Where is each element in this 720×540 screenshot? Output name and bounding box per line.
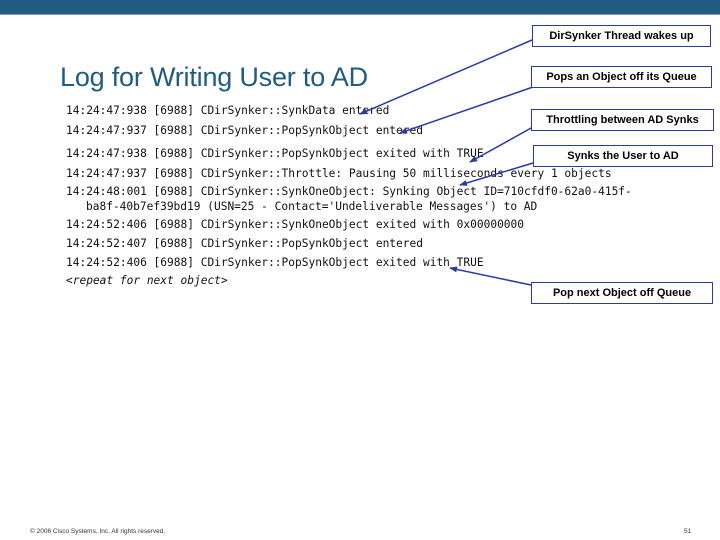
copyright-text: © 2006 Cisco Systems, Inc. All rights re… [30,528,166,535]
log-line: 14:24:48:001 [6988] CDirSynker::SynkOneO… [66,185,632,198]
arrow-thread-wakes [359,39,533,115]
callout-synks-user: Synks the User to AD [533,145,713,167]
page-number: 51 [684,528,692,535]
arrow-pop-next [449,266,532,286]
callout-thread-wakes: DirSynker Thread wakes up [532,25,711,47]
log-line-continuation: ba8f-40b7ef39bd19 (USN=25 - Contact='Und… [86,200,538,213]
log-line: 14:24:47:937 [6988] CDirSynker::PopSynkO… [66,124,423,137]
log-line: 14:24:47:938 [6988] CDirSynker::SynkData… [66,104,390,117]
log-line: 14:24:52:406 [6988] CDirSynker::SynkOneO… [66,218,525,231]
log-line: 14:24:52:406 [6988] CDirSynker::PopSynkO… [66,256,484,269]
log-line-repeat-note: <repeat for next object> [66,274,228,287]
callout-pop-next: Pop next Object off Queue [531,282,713,304]
callout-pops-object: Pops an Object off its Queue [531,66,712,88]
log-line: 14:24:47:937 [6988] CDirSynker::Throttle… [66,167,612,180]
header-bar [0,0,720,14]
slide-title: Log for Writing User to AD [60,62,368,92]
header-divider [0,14,720,15]
log-line: 14:24:52:407 [6988] CDirSynker::PopSynkO… [66,237,423,250]
log-line: 14:24:47:938 [6988] CDirSynker::PopSynkO… [66,147,484,160]
callout-throttling: Throttling between AD Synks [531,109,714,131]
